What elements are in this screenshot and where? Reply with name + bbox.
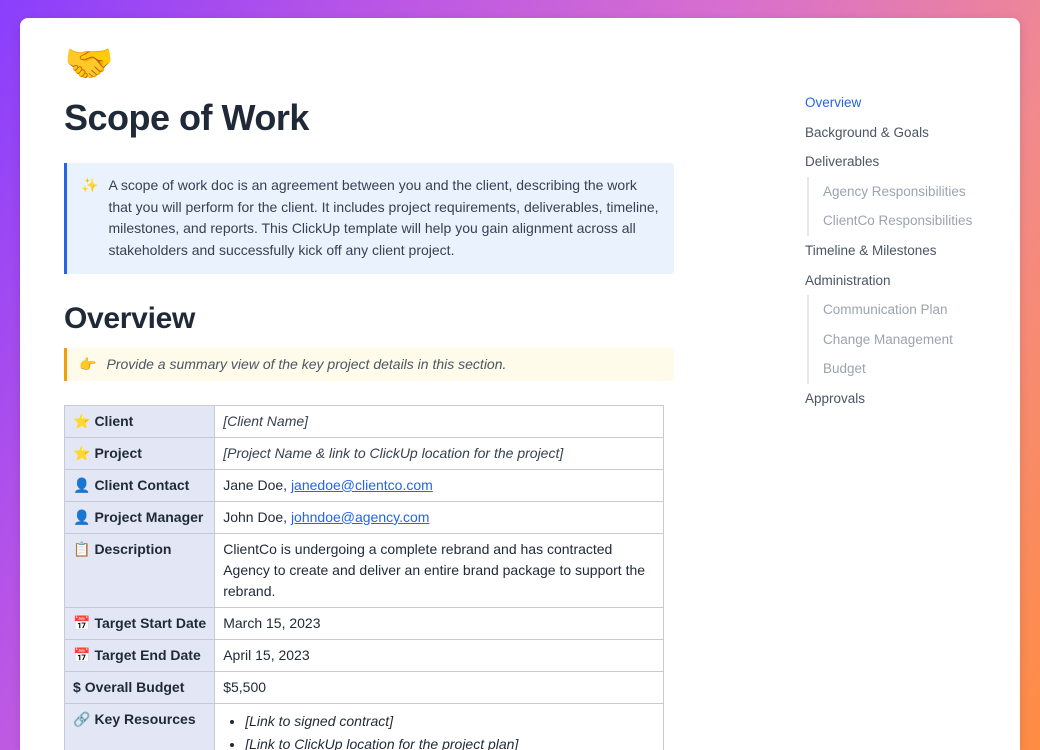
table-row[interactable]: $Overall Budget$5,500 (65, 671, 664, 703)
table-row-label: 📋Description (65, 533, 215, 607)
outline-item[interactable]: Communication Plan (807, 295, 1000, 325)
table-row-label: ⭐Client (65, 405, 215, 437)
row-icon: 🔗 (73, 711, 90, 727)
page-emoji-icon[interactable]: 🤝 (64, 40, 761, 87)
table-row-label: 📅Target End Date (65, 639, 215, 671)
overview-heading[interactable]: Overview (64, 302, 761, 336)
table-row[interactable]: 📋DescriptionClientCo is undergoing a com… (65, 533, 664, 607)
outline-item[interactable]: Deliverables (805, 147, 1000, 177)
outline-item[interactable]: Background & Goals (805, 118, 1000, 148)
table-row-value[interactable]: John Doe, johndoe@agency.com (215, 501, 664, 533)
row-icon: 📅 (73, 615, 90, 631)
table-row[interactable]: 👤Project ManagerJohn Doe, johndoe@agency… (65, 501, 664, 533)
table-row-value[interactable]: April 15, 2023 (215, 639, 664, 671)
table-row[interactable]: ⭐Client[Client Name] (65, 405, 664, 437)
row-icon: $ (73, 679, 81, 695)
overview-hint[interactable]: 👉 Provide a summary view of the key proj… (64, 348, 674, 381)
row-icon: ⭐ (73, 413, 90, 429)
table-row-label: 👤Project Manager (65, 501, 215, 533)
outline-item[interactable]: Administration (805, 266, 1000, 296)
outline-item[interactable]: Approvals (805, 384, 1000, 414)
table-row-label: $Overall Budget (65, 671, 215, 703)
document-main: 🤝 Scope of Work ✨ A scope of work doc is… (20, 18, 805, 750)
sparkles-icon: ✨ (81, 175, 98, 262)
table-row[interactable]: ⭐Project[Project Name & link to ClickUp … (65, 437, 664, 469)
outline-item[interactable]: ClientCo Responsibilities (807, 206, 1000, 236)
table-row-label: ⭐Project (65, 437, 215, 469)
table-row-label: 👤Client Contact (65, 469, 215, 501)
pointing-right-icon: 👉 (79, 356, 96, 373)
list-item[interactable]: [Link to ClickUp location for the projec… (245, 734, 655, 750)
row-icon: 👤 (73, 509, 90, 525)
document-outline: OverviewBackground & GoalsDeliverablesAg… (805, 18, 1020, 750)
table-row-value[interactable]: [Client Name] (215, 405, 664, 437)
outline-item[interactable]: Timeline & Milestones (805, 236, 1000, 266)
resources-list: [Link to signed contract] [Link to ClickU… (223, 711, 655, 750)
table-row-value[interactable]: Jane Doe, janedoe@clientco.com (215, 469, 664, 501)
row-icon: 📋 (73, 541, 90, 557)
table-row-label: 🔗Key Resources (65, 703, 215, 750)
intro-callout[interactable]: ✨ A scope of work doc is an agreement be… (64, 163, 674, 274)
email-link[interactable]: johndoe@agency.com (291, 509, 429, 525)
outline-item[interactable]: Agency Responsibilities (807, 177, 1000, 207)
outline-item[interactable]: Budget (807, 354, 1000, 384)
table-row-value[interactable]: [Project Name & link to ClickUp location… (215, 437, 664, 469)
table-row-value[interactable]: [Link to signed contract] [Link to ClickU… (215, 703, 664, 750)
overview-hint-text: Provide a summary view of the key projec… (106, 356, 506, 373)
table-row[interactable]: 📅Target End DateApril 15, 2023 (65, 639, 664, 671)
document-card: 🤝 Scope of Work ✨ A scope of work doc is… (20, 18, 1020, 750)
table-row-label: 📅Target Start Date (65, 607, 215, 639)
intro-callout-text: A scope of work doc is an agreement betw… (108, 175, 660, 262)
table-row-value[interactable]: ClientCo is undergoing a complete rebran… (215, 533, 664, 607)
table-row[interactable]: 🔗Key Resources[Link to signed contract][… (65, 703, 664, 750)
list-item[interactable]: [Link to signed contract] (245, 711, 655, 732)
table-row-value[interactable]: March 15, 2023 (215, 607, 664, 639)
row-icon: ⭐ (73, 445, 90, 461)
outline-item[interactable]: Overview (805, 88, 1000, 118)
table-row-value[interactable]: $5,500 (215, 671, 664, 703)
table-row[interactable]: 👤Client ContactJane Doe, janedoe@clientc… (65, 469, 664, 501)
email-link[interactable]: janedoe@clientco.com (291, 477, 433, 493)
overview-table[interactable]: ⭐Client[Client Name]⭐Project[Project Nam… (64, 405, 664, 750)
row-icon: 👤 (73, 477, 90, 493)
table-row[interactable]: 📅Target Start DateMarch 15, 2023 (65, 607, 664, 639)
page-title[interactable]: Scope of Work (64, 97, 761, 139)
row-icon: 📅 (73, 647, 90, 663)
outline-item[interactable]: Change Management (807, 325, 1000, 355)
